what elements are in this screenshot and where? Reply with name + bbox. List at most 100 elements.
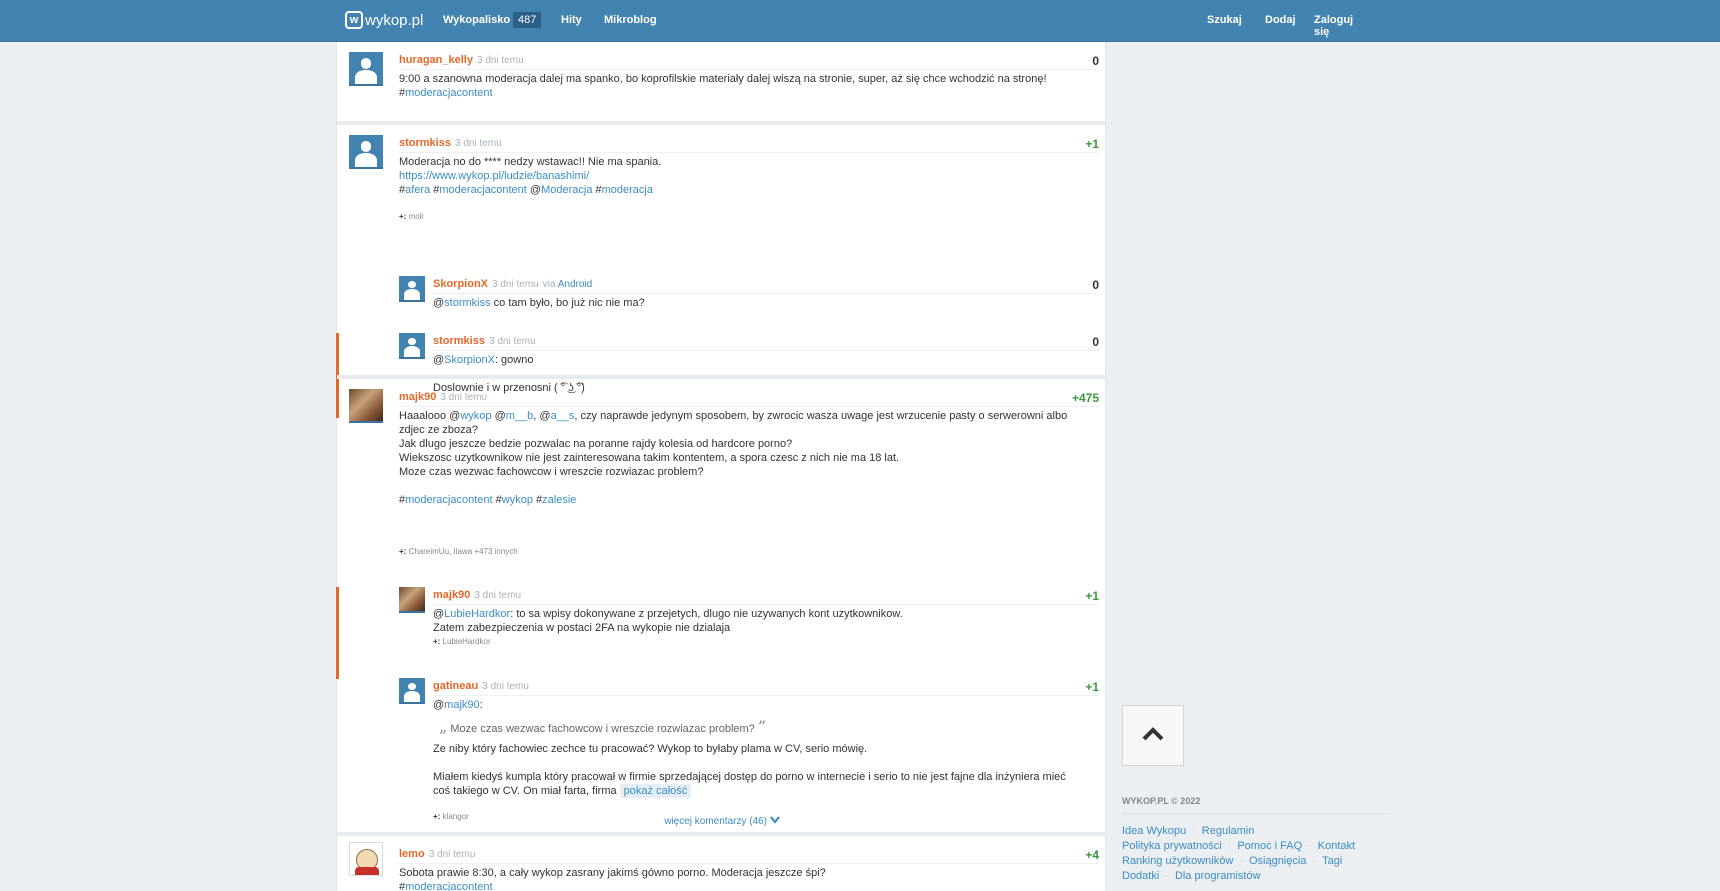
quote-text: Moze czas wezwac fachowcow i wreszcie ro… — [450, 723, 755, 735]
entry-majk90: majk90 3 dni temu +475 Haaalooo @wykop @m… — [336, 379, 1107, 821]
vote-score[interactable]: 0 — [1092, 278, 1099, 292]
via-android-link[interactable]: Android — [558, 279, 592, 290]
author-link[interactable]: stormkiss — [399, 137, 451, 149]
mention-a-s[interactable]: a__s — [551, 410, 575, 422]
divider — [433, 604, 1099, 605]
author-link[interactable]: stormkiss — [433, 335, 485, 347]
entry-text: 9:00 a szanowna moderacja dalej ma spank… — [399, 73, 1047, 85]
vote-score[interactable]: 0 — [1092, 335, 1099, 349]
author-link[interactable]: lemo — [399, 848, 425, 860]
footer-link[interactable]: Polityka prywatności — [1122, 840, 1222, 852]
vote-score[interactable]: 0 — [1092, 54, 1099, 68]
footer-link[interactable]: Dla programistów — [1175, 870, 1261, 882]
text-fragment: : — [479, 699, 483, 711]
footer-link[interactable]: Pomoc i FAQ — [1237, 840, 1302, 852]
footer-dot: · — [1308, 840, 1312, 852]
author-link[interactable]: SkorpionX — [433, 278, 488, 290]
vote-score[interactable]: +475 — [1072, 391, 1099, 405]
comment-date[interactable]: 3 dni temu — [474, 590, 521, 601]
comment-date[interactable]: 3 dni temu — [482, 681, 529, 692]
avatar[interactable] — [349, 135, 383, 169]
via-prefix: via — [542, 279, 556, 290]
scroll-to-top-button[interactable] — [1122, 705, 1184, 766]
footer-link[interactable]: Ranking użytkowników — [1122, 855, 1233, 867]
tag-moderacjacontent[interactable]: moderacjacontent — [439, 184, 526, 196]
avatar[interactable] — [399, 333, 425, 359]
footer-link[interactable]: Kontakt — [1318, 840, 1355, 852]
footer-link[interactable]: Tagi — [1322, 855, 1342, 867]
entry-tags: #afera #moderacjacontent @Moderacja #mod… — [399, 183, 1099, 197]
author-link[interactable]: majk90 — [399, 391, 436, 403]
comment-date[interactable]: 3 dni temu — [489, 336, 536, 347]
avatar[interactable] — [349, 52, 383, 86]
vote-score[interactable]: +1 — [1085, 137, 1099, 151]
avatar[interactable] — [399, 587, 425, 613]
chevron-up-icon — [1142, 727, 1164, 744]
footer-dot: · — [1312, 855, 1317, 867]
tag-wykop[interactable]: wykop — [502, 494, 533, 506]
tag-afera[interactable]: afera — [405, 184, 430, 196]
mention-link[interactable]: stormkiss — [444, 297, 490, 309]
entry-body: Sobota prawie 8:30, a cały wykop zasrany… — [399, 866, 1099, 891]
comment-body: @stormkiss co tam było, bo już nic nie m… — [433, 296, 1099, 310]
avatar[interactable] — [349, 389, 383, 423]
footer-link[interactable]: Osiągnięcia — [1249, 855, 1306, 867]
logo-text: wykop.pl — [365, 11, 424, 29]
tag-zalesie[interactable]: zalesie — [542, 494, 576, 506]
tag-link[interactable]: moderacjacontent — [405, 881, 492, 891]
entry-date[interactable]: 3 dni temu — [440, 392, 487, 403]
footer-dot: · — [1165, 870, 1169, 882]
hash-symbol: # — [492, 494, 502, 506]
footer-dot: · — [1227, 840, 1232, 852]
mention-m-b[interactable]: m__b — [506, 410, 534, 422]
more-comments-link[interactable]: więcej komentarzy (46) — [337, 816, 1107, 827]
voter-link[interactable]: moli — [409, 212, 424, 221]
profile-link[interactable]: https://www.wykop.pl/ludzie/banashimi/ — [399, 169, 1099, 183]
mention-moderacja[interactable]: Moderacja — [541, 184, 592, 196]
author-link[interactable]: huragan_kelly — [399, 54, 473, 66]
footer-link[interactable]: Idea Wykopu — [1122, 825, 1186, 837]
vote-score[interactable]: +1 — [1085, 680, 1099, 694]
mention-link[interactable]: majk90 — [444, 699, 479, 711]
entry-date[interactable]: 3 dni temu — [429, 849, 476, 860]
vote-score[interactable]: +4 — [1085, 848, 1099, 862]
entry-body: Haaalooo @wykop @m__b, @a__s, czy napraw… — [399, 409, 1099, 507]
entry-date[interactable]: 3 dni temu — [477, 55, 524, 66]
nav-hity[interactable]: Hity — [561, 14, 582, 26]
comment-body: @majk90: „ Moze czas wezwac fachowcow i … — [433, 698, 1099, 798]
nav-mikroblog[interactable]: Mikroblog — [604, 14, 657, 26]
comment-date[interactable]: 3 dni temu — [492, 279, 539, 290]
avatar[interactable] — [399, 678, 425, 704]
nav-wykopalisko-label: Wykopalisko — [443, 14, 511, 26]
avatar[interactable] — [399, 276, 425, 302]
hash-symbol: # — [430, 184, 440, 196]
author-link[interactable]: gatineau — [433, 680, 478, 692]
avatar[interactable] — [349, 842, 383, 876]
nav-wykopalisko[interactable]: Wykopalisko 487 — [443, 12, 542, 28]
footer-link[interactable]: Dodatki — [1122, 870, 1159, 882]
at-symbol: @ — [433, 699, 445, 711]
author-link[interactable]: majk90 — [433, 589, 470, 601]
text-fragment: , czy naprawde jedynym sposobem, by zwro… — [574, 410, 1068, 422]
entry-date[interactable]: 3 dni temu — [455, 138, 502, 149]
tag-link[interactable]: moderacjacontent — [405, 87, 492, 99]
text-fragment: @ — [491, 410, 506, 422]
mention-wykop[interactable]: wykop — [460, 410, 491, 422]
more-comments-label: więcej komentarzy (46) — [664, 816, 768, 828]
comment-text: : gowno — [494, 354, 534, 366]
voters-more[interactable]: +473 innych — [474, 547, 517, 556]
voters-list: +: ChareimUu, Ilawa +473 innych — [399, 547, 518, 556]
tag-moderacja[interactable]: moderacja — [602, 184, 653, 196]
site-logo[interactable]: w wykop.pl — [345, 11, 423, 29]
mention-link[interactable]: LubieHardkor — [444, 608, 510, 620]
mention-link[interactable]: SkorpionX — [444, 354, 495, 366]
tag-moderacjacontent[interactable]: moderacjacontent — [405, 494, 492, 506]
vote-score[interactable]: +1 — [1085, 589, 1099, 603]
voter-link[interactable]: LubieHardkor — [443, 637, 491, 646]
voters-list: +: moli — [399, 212, 423, 221]
text-fragment: Haaalooo @ — [399, 410, 461, 422]
entry-body: Moderacja no do **** nedzy wstawac!! Nie… — [399, 155, 1099, 197]
voter-links[interactable]: ChareimUu, Ilawa — [409, 547, 473, 556]
footer-link[interactable]: Regulamin — [1202, 825, 1255, 837]
show-all-button[interactable]: pokaż całość — [619, 784, 692, 798]
